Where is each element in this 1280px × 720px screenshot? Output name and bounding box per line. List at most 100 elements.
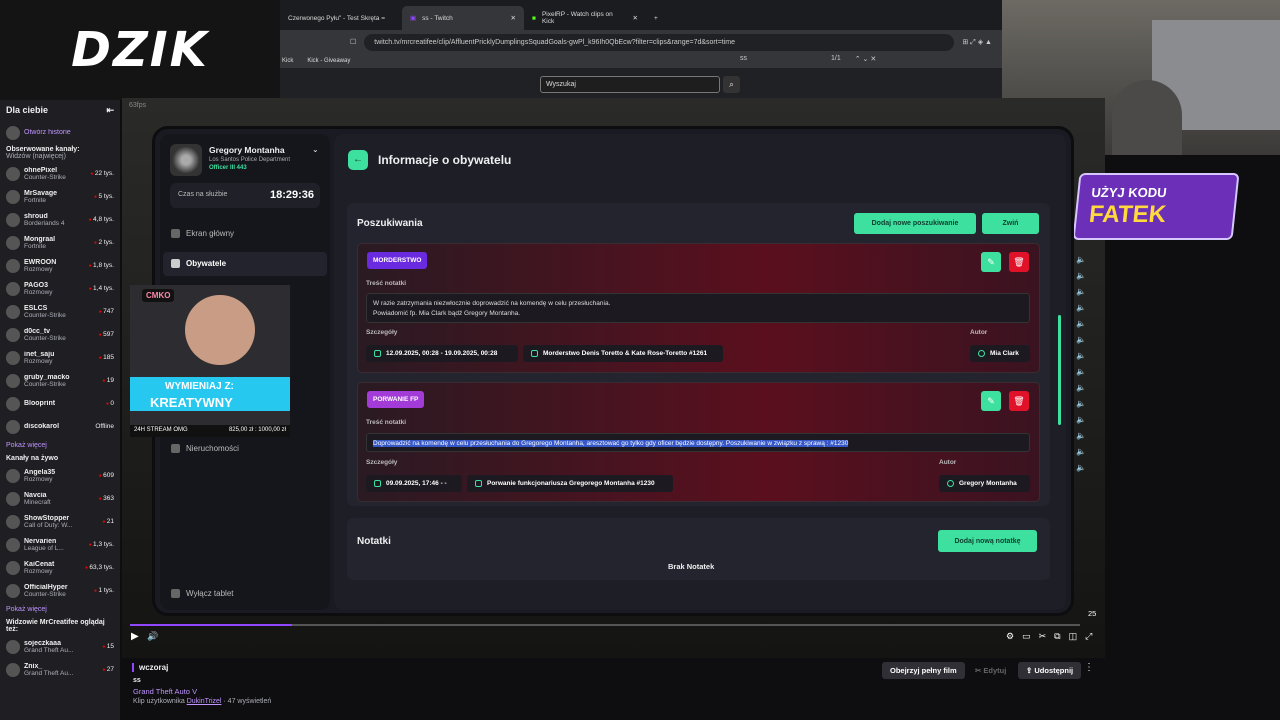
volume-icon[interactable]: 🔊	[147, 631, 158, 642]
progress-bar[interactable]	[130, 624, 1080, 626]
channel-name: shroud	[24, 212, 48, 220]
watch-full-button[interactable]: Obejrzyj pełny film	[882, 662, 965, 679]
find-input[interactable]: ss	[740, 55, 747, 63]
browser-tab[interactable]: Czerwonego Pyłu" - Test Skręta =	[280, 6, 402, 30]
find-nav-icons[interactable]: ⌃ ⌄ ✕	[855, 55, 877, 63]
viewer-count: 597	[99, 331, 114, 338]
more-options-icon[interactable]: ⋮	[1084, 662, 1094, 673]
bookmark-item[interactable]: Kick - Giveaway	[307, 58, 350, 64]
add-note-button[interactable]: Dodaj nową notatkę	[938, 530, 1037, 552]
nav-properties[interactable]: Nieruchomości	[163, 437, 327, 461]
channel-item[interactable]: MrSavageFortnite 5 tys.	[0, 185, 120, 208]
channel-name: gruby_macko	[24, 373, 70, 381]
channel-item[interactable]: EWROONRozmowy 1,8 tys.	[0, 254, 120, 277]
browser-tab[interactable]: ■ PixelRP - Watch clips on Kick ✕	[524, 6, 646, 30]
edit-button[interactable]: ✂ Edytuj	[967, 662, 1014, 679]
collapse-button[interactable]: Zwiń	[982, 213, 1039, 234]
viewer-count: 747	[99, 308, 114, 315]
clip-icon[interactable]: ✂	[1039, 631, 1047, 642]
nav-home[interactable]: Ekran główny	[163, 222, 327, 246]
miniplayer-icon[interactable]: ⧉	[1054, 631, 1060, 642]
channel-name: Nervarien	[24, 537, 57, 545]
scroll-track[interactable]	[1058, 315, 1061, 425]
avatar	[6, 537, 20, 552]
edit-button[interactable]: ✎	[981, 391, 1001, 411]
search-input[interactable]: Wyszukaj	[540, 76, 720, 93]
new-tab-button[interactable]: +	[646, 6, 666, 30]
edit-button[interactable]: ✎	[981, 252, 1001, 272]
add-wanted-button[interactable]: Dodaj nowe poszukiwanie	[854, 213, 976, 234]
channel-item[interactable]: inet_sajuRozmowy 185	[0, 346, 120, 369]
channel-item[interactable]: sojeczkaaaGrand Theft Au... 15	[0, 635, 120, 658]
fullscreen-icon[interactable]: ⤢	[1085, 631, 1092, 642]
channel-item[interactable]: gruby_mackoCounter-Strike 19	[0, 369, 120, 392]
delete-button[interactable]: 🗑	[1009, 391, 1029, 411]
channel-item[interactable]: Angela35Rozmowy 609	[0, 464, 120, 487]
officer-card[interactable]: Gregory Montanha Los Santos Police Depar…	[170, 142, 326, 178]
logout-button[interactable]: Wyłącz tablet	[163, 582, 327, 606]
show-more-link[interactable]: Pokaż więcej	[0, 602, 120, 617]
nav-citizens[interactable]: Obywatele	[163, 252, 327, 276]
channel-item[interactable]: KaiCenatRozmowy 63,3 tys.	[0, 556, 120, 579]
note-label: Treść notatki	[366, 280, 407, 287]
promo-line1: UŻYJ KODU	[1090, 185, 1168, 200]
channel-item[interactable]: MongraalFortnite 2 tys.	[0, 231, 120, 254]
case-link[interactable]: Morderstwo Denis Toretto & Kate Rose-Tor…	[523, 345, 723, 362]
bookmark-item[interactable]: Kick	[282, 58, 293, 64]
bookmark-icon[interactable]: ☐	[350, 38, 356, 46]
theatre-icon[interactable]: ▭	[1022, 631, 1031, 642]
channel-item[interactable]: shroudBorderlands 4 4,8 tys.	[0, 208, 120, 231]
play-icon[interactable]: ▶	[131, 631, 139, 642]
search-icon[interactable]: ⌕	[723, 76, 740, 93]
channel-item[interactable]: NavciaMinecraft 363	[0, 487, 120, 510]
chevron-down-icon[interactable]: ⌄	[312, 145, 319, 154]
url-field[interactable]: twitch.tv/mrcreatifee/clip/AffluentPrick…	[364, 33, 955, 51]
channel-item[interactable]: NervarienLeague of L... 1,3 tys.	[0, 533, 120, 556]
clip-views: · 47 wyświetleń	[223, 698, 272, 705]
channel-item[interactable]: ESLCSCounter-Strike 747	[0, 300, 120, 323]
channel-info: ESLCS Counter-Strike	[24, 305, 95, 319]
channel-item[interactable]: discokarol Offline	[0, 415, 120, 438]
case-link[interactable]: Porwanie funkcjonariusza Gregorego Monta…	[467, 475, 673, 492]
history-label: Otwórz historie	[24, 129, 71, 136]
channel-game: Call of Duty: W...	[24, 521, 73, 529]
channel-game: League of L...	[24, 544, 64, 552]
logout-icon	[171, 589, 180, 598]
also-heading: Widzowie MrCreatifee oglądaj też:	[6, 619, 105, 633]
channel-game: Counter-Strike	[24, 311, 66, 319]
live-list: Angela35Rozmowy609NavciaMinecraft363Show…	[0, 464, 120, 602]
channel-item[interactable]: OfficialHyperCounter-Strike 1 tys.	[0, 579, 120, 602]
progress-fill	[130, 624, 292, 626]
live-heading: Kanały na żywo	[6, 455, 59, 462]
history-link[interactable]: Otwórz historie	[0, 121, 120, 144]
date-range: 12.09.2025, 00:28 - 19.09.2025, 00:28	[366, 345, 518, 362]
browser-tab-active[interactable]: ▣ ss - Twitch ✕	[402, 6, 524, 30]
clip-author-link[interactable]: DukinTrizel	[187, 698, 222, 705]
viewer-count: 185	[99, 354, 114, 361]
channel-game: Counter-Strike	[24, 590, 66, 598]
date-range: 09.09.2025, 17:46 - -	[366, 475, 462, 492]
viewer-count: 22 tys.	[90, 170, 114, 177]
channel-info: inet_saju Rozmowy	[24, 351, 95, 365]
channel-item[interactable]: Znix_Grand Theft Au... 27	[0, 658, 120, 681]
close-icon[interactable]: ✕	[511, 14, 516, 22]
close-icon[interactable]: ✕	[633, 14, 638, 22]
collapse-icon[interactable]: ⇤	[106, 105, 114, 116]
extension-icon[interactable]: ⊞ ⤢ ◈ ▲	[962, 38, 992, 47]
channel-game: Grand Theft Au...	[24, 669, 74, 677]
gear-icon[interactable]: ⚙	[1006, 631, 1014, 642]
channel-item[interactable]: d0cc_tvCounter-Strike 597	[0, 323, 120, 346]
back-button[interactable]: ←	[348, 150, 368, 170]
channel-name: sojeczkaaa	[24, 639, 61, 647]
share-button[interactable]: ⇪ Udostępnij	[1018, 662, 1082, 679]
channel-item[interactable]: ShowStopperCall of Duty: W... 21	[0, 510, 120, 533]
clip-game-link[interactable]: Grand Theft Auto V	[133, 687, 197, 696]
channel-item[interactable]: Blooprint 0	[0, 392, 120, 415]
delete-button[interactable]: 🗑	[1009, 252, 1029, 272]
pip-icon[interactable]: ◫	[1069, 631, 1078, 642]
channel-item[interactable]: PAGO3Rozmowy 1,4 tys.	[0, 277, 120, 300]
note-field[interactable]: Doprowadzić na komendę w celu przesłucha…	[366, 433, 1030, 452]
show-more-link[interactable]: Pokaż więcej	[0, 438, 120, 453]
channel-item[interactable]: ohnePixelCounter-Strike 22 tys.	[0, 162, 120, 185]
nav-label: Ekran główny	[186, 229, 235, 238]
